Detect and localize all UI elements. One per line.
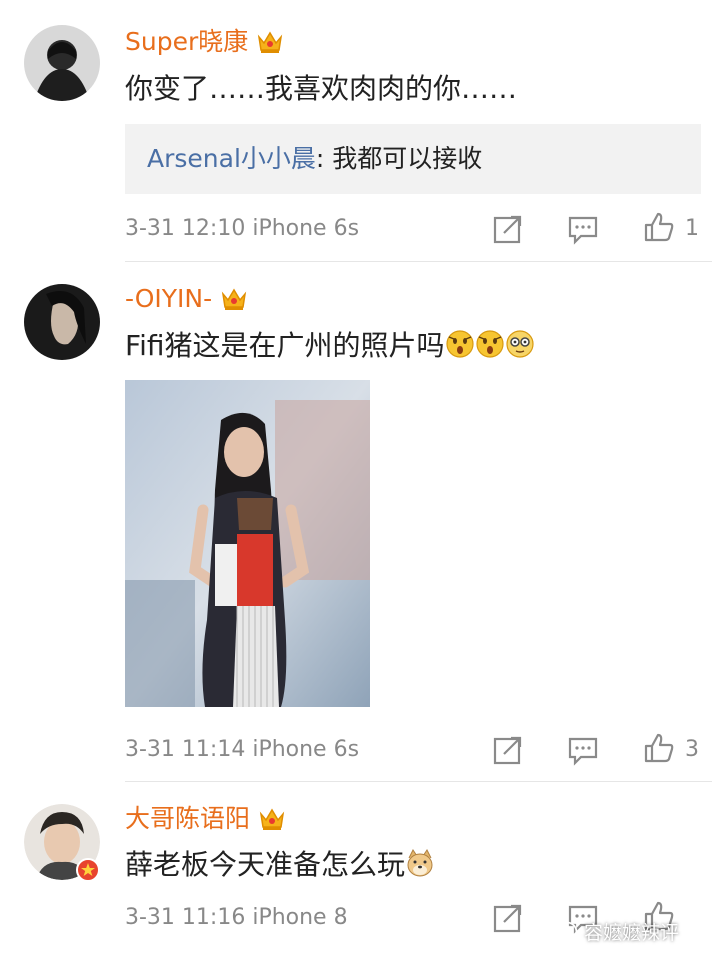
vip-crown-icon (221, 288, 247, 310)
wechat-watermark: 容嬷嬷辣评 (556, 918, 679, 945)
user-avatar[interactable] (24, 284, 100, 360)
username[interactable]: -OIYIN- (125, 284, 248, 314)
repost-icon[interactable] (492, 902, 524, 934)
timestamp: 3-31 11:16 (125, 905, 246, 930)
device: iPhone 6s (252, 216, 360, 241)
comment-icon[interactable] (567, 213, 599, 245)
comment-meta: 3-31 11:14 iPhone 6s (125, 736, 359, 764)
comment-text: 你变了……我喜欢肉肉的你…… (125, 72, 518, 105)
comment-text: 薛老板今天准备怎么玩 (125, 848, 435, 882)
like-icon[interactable] (643, 732, 675, 764)
comment-item: Super晓康 你变了……我喜欢肉肉的你…… Arsenal小小晨: 我都可以接… (0, 0, 712, 262)
timestamp: 3-31 12:10 (125, 216, 246, 241)
red-verified-badge-icon (76, 858, 100, 882)
shocked-face-emoji-icon (445, 330, 474, 358)
timestamp: 3-31 11:14 (125, 737, 246, 762)
like-count: 1 (685, 216, 699, 241)
reply-box[interactable]: Arsenal小小晨: 我都可以接收 (125, 124, 701, 194)
comment-meta: 3-31 12:10 iPhone 6s (125, 215, 359, 243)
user-avatar[interactable] (24, 804, 100, 882)
device: iPhone 8 (252, 905, 348, 930)
like-count: 3 (685, 737, 699, 762)
avatar-dark-portrait-icon (24, 25, 100, 101)
user-avatar[interactable] (24, 25, 100, 101)
reply-text: 我都可以接收 (332, 144, 483, 173)
reply-separator: : (315, 144, 333, 173)
comment-meta: 3-31 11:16 iPhone 8 (125, 904, 348, 932)
comment-photo[interactable] (125, 380, 370, 707)
repost-icon[interactable] (492, 734, 524, 766)
username-label[interactable]: Super晓康 (125, 27, 248, 57)
shocked-face-emoji-icon (475, 330, 504, 358)
vip-crown-icon (258, 31, 283, 53)
watermark-text: 容嬷嬷辣评 (584, 922, 680, 944)
comment-text-body: 薛老板今天准备怎么玩 (125, 848, 406, 881)
comment-text: Fifi猪这是在广州的照片吗 (125, 329, 535, 363)
comment-item: -OIYIN- Fifi猪这是在广州的照片吗 3-31 11:14 iPhone… (0, 262, 712, 782)
reply-line: Arsenal小小晨: 我都可以接收 (147, 142, 482, 176)
vip-crown-icon (259, 808, 285, 830)
repost-icon[interactable] (492, 213, 524, 245)
wechat-channel-icon (556, 921, 578, 942)
avatar-woman-profile-icon (24, 284, 100, 360)
glasses-face-emoji-icon (505, 330, 534, 358)
performer-on-stage-photo-icon (125, 380, 370, 707)
username-label[interactable]: 大哥陈语阳 (125, 804, 250, 834)
username[interactable]: 大哥陈语阳 (125, 804, 286, 834)
doge-emoji-icon (407, 849, 433, 877)
device: iPhone 6s (252, 737, 360, 762)
comment-icon[interactable] (567, 734, 599, 766)
reply-username[interactable]: Arsenal小小晨 (147, 144, 316, 173)
username-label[interactable]: -OIYIN- (125, 284, 212, 314)
like-icon[interactable] (643, 211, 675, 243)
comment-text-body: Fifi猪这是在广州的照片吗 (125, 329, 445, 362)
username[interactable]: Super晓康 (125, 27, 284, 57)
